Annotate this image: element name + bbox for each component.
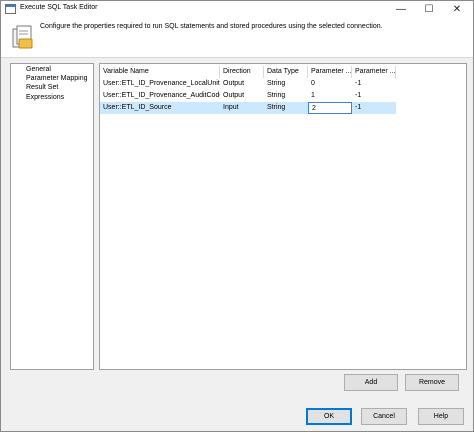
title-bar[interactable]: Execute SQL Task Editor — ☐ ✕ [1, 1, 473, 17]
ok-button[interactable]: OK [306, 408, 352, 425]
variable-name-cell[interactable]: User::ETL_ID_Provenance_LocalUnit... [100, 78, 220, 90]
header-description: Configure the properties required to run… [40, 23, 383, 30]
page-navigation-list: General Parameter Mapping Result Set Exp… [10, 63, 94, 370]
column-header-data-type[interactable]: Data Type [264, 66, 308, 78]
column-header-parameter-name[interactable]: Parameter ... [308, 66, 352, 78]
data-type-cell[interactable]: String [264, 102, 308, 114]
column-header-variable-name[interactable]: Variable Name [100, 66, 220, 78]
header-panel: Configure the properties required to run… [1, 17, 473, 58]
data-type-cell[interactable]: String [264, 78, 308, 90]
direction-cell[interactable]: Output [220, 78, 264, 90]
parameter-size-cell[interactable]: -1 [352, 102, 396, 114]
variable-name-cell[interactable]: User::ETL_ID_Source [100, 102, 220, 114]
direction-cell[interactable]: Output [220, 90, 264, 102]
parameter-mapping-grid: Variable Name Direction Data Type Parame… [99, 63, 467, 370]
column-header-parameter-size[interactable]: Parameter ... [352, 66, 396, 78]
execute-sql-task-editor-window: Execute SQL Task Editor — ☐ ✕ Configure … [0, 0, 474, 432]
parameter-size-cell[interactable]: -1 [352, 78, 396, 90]
remove-button[interactable]: Remove [405, 374, 459, 391]
help-button[interactable]: Help [418, 408, 464, 425]
nav-item-general[interactable]: General [26, 66, 51, 73]
parameter-size-cell[interactable]: -1 [352, 90, 396, 102]
nav-item-expressions[interactable]: Expressions [26, 94, 64, 101]
minimize-icon[interactable]: — [387, 1, 415, 17]
close-icon[interactable]: ✕ [443, 1, 471, 17]
nav-item-parameter-mapping[interactable]: Parameter Mapping [26, 75, 87, 82]
add-button[interactable]: Add [344, 374, 398, 391]
data-type-cell[interactable]: String [264, 90, 308, 102]
app-icon [5, 4, 16, 14]
parameter-name-editor[interactable]: 2 [308, 102, 352, 114]
parameter-name-cell[interactable]: 1 [308, 90, 352, 102]
column-header-direction[interactable]: Direction [220, 66, 264, 78]
maximize-icon[interactable]: ☐ [415, 1, 443, 17]
parameter-name-cell[interactable]: 0 [308, 78, 352, 90]
window-title: Execute SQL Task Editor [20, 4, 98, 11]
task-icon [12, 25, 33, 49]
cancel-button[interactable]: Cancel [361, 408, 407, 425]
variable-name-cell[interactable]: User::ETL_ID_Provenance_AuditCode [100, 90, 220, 102]
direction-cell[interactable]: Input [220, 102, 264, 114]
nav-item-result-set[interactable]: Result Set [26, 84, 58, 91]
